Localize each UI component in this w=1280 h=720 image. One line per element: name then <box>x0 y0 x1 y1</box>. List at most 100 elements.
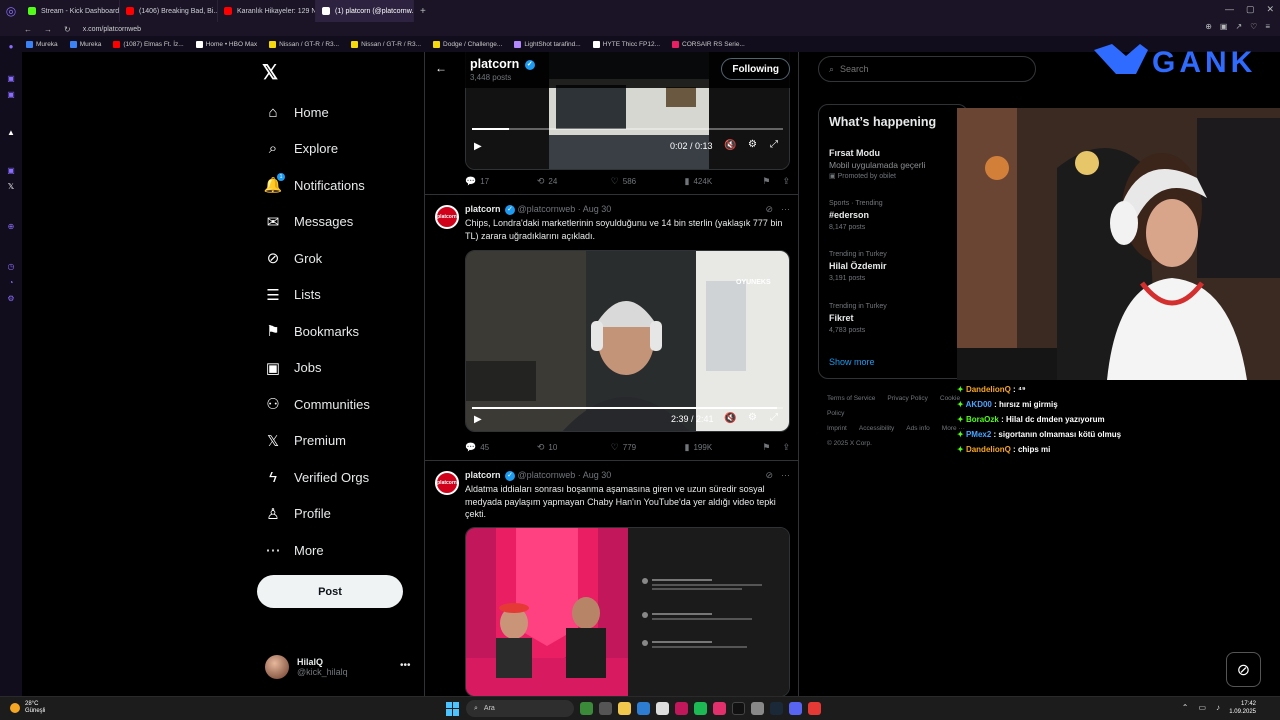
maximize-icon[interactable]: ▢ <box>1246 4 1255 15</box>
trend-item[interactable]: Fırsat Modu Mobil uygulamada geçerli ▣ P… <box>829 145 925 180</box>
clock[interactable]: 17:42 1.09.2025 <box>1229 700 1256 716</box>
discord-icon[interactable] <box>789 702 802 715</box>
browser-tab[interactable]: (1) platcorn (@platcornw... <box>316 0 414 22</box>
nav-item-lists[interactable]: ☰ Lists <box>264 277 370 314</box>
repost-button[interactable]: ⟲ 10 <box>537 442 611 453</box>
spotify-icon[interactable] <box>694 702 707 715</box>
account-switcher[interactable]: HilalQ @kick_hilalq <box>265 655 348 679</box>
grok-floating-button[interactable]: ⊘ <box>1226 652 1261 687</box>
url-field[interactable]: x.com/platcornweb <box>83 26 141 33</box>
nav-item-communities[interactable]: ⚇ Communities <box>264 386 370 423</box>
reload-icon[interactable]: ↻ <box>64 25 71 34</box>
taskbar-app-icon[interactable] <box>808 702 821 715</box>
chat-username[interactable]: DandelionQ <box>966 445 1011 454</box>
reply-button[interactable]: 💬 45 <box>465 442 537 453</box>
new-tab-button[interactable]: + <box>414 6 432 17</box>
chevron-up-icon[interactable]: ⌃ <box>1182 703 1189 712</box>
favorite-icon[interactable]: ♡ <box>1250 22 1257 31</box>
nav-item-more[interactable]: ⋯ More <box>264 532 370 569</box>
chat-username[interactable]: DandelionQ <box>966 385 1011 394</box>
video-progress-bar[interactable] <box>472 128 783 130</box>
avatar[interactable]: platcorn <box>435 205 459 229</box>
share-button[interactable]: ⇪ <box>782 176 790 187</box>
like-button[interactable]: ♡ 586 <box>611 176 685 187</box>
back-arrow-icon[interactable]: ← <box>435 61 447 75</box>
bookmark-item[interactable]: Home • HBO Max <box>195 40 257 48</box>
grok-icon[interactable]: ⊘ <box>765 470 773 481</box>
browser-tab[interactable]: (1406) Breaking Bad, Bi... <box>120 0 218 22</box>
search-input[interactable] <box>840 64 1011 74</box>
nav-item-verified-orgs[interactable]: ϟ Verified Orgs <box>264 459 370 496</box>
history-icon[interactable]: ◷ <box>6 262 16 272</box>
instagram-icon[interactable] <box>713 702 726 715</box>
file-explorer-icon[interactable] <box>618 702 631 715</box>
footer-link[interactable]: Accessibility <box>859 425 894 432</box>
video-player[interactable]: OYUNEKS ▶ 2:39 / 2:41 🔇 ⚙ ⤢ <box>465 250 790 432</box>
nav-item-explore[interactable]: ⌕ Explore <box>264 131 370 168</box>
close-icon[interactable]: ✕ <box>1266 4 1274 15</box>
tweet[interactable]: platcorn platcorn ✓ @platcornweb · Aug 3… <box>425 460 798 696</box>
taskbar-app-icon[interactable] <box>656 702 669 715</box>
nav-item-notifications[interactable]: 🔔 1 Notifications <box>264 167 370 204</box>
avatar[interactable]: platcorn <box>435 471 459 495</box>
chat-username[interactable]: AKD00 <box>966 400 992 409</box>
nav-item-jobs[interactable]: ▣ Jobs <box>264 350 370 387</box>
tweet-handle[interactable]: @platcornweb <box>518 204 576 214</box>
show-more-link[interactable]: Show more <box>829 357 875 367</box>
screenshot-icon[interactable]: ▣ <box>1220 22 1228 31</box>
sidebar-app-icon[interactable]: ● <box>6 42 16 52</box>
fullscreen-icon[interactable]: ⤢ <box>770 412 778 423</box>
sidebar-app-icon[interactable]: ◔ <box>6 278 16 288</box>
taskbar-app-icon[interactable] <box>637 702 650 715</box>
footer-link[interactable]: Ads info <box>906 425 930 432</box>
search-box[interactable]: ⌕ <box>818 56 1036 82</box>
minimize-icon[interactable]: — <box>1225 4 1234 15</box>
network-icon[interactable]: ▭ <box>1198 703 1206 712</box>
taskbar-app-icon[interactable] <box>580 702 593 715</box>
bookmark-item[interactable]: Nissan / GT-R / R3... <box>269 40 339 48</box>
back-icon[interactable]: ← <box>24 25 32 34</box>
repost-button[interactable]: ⟲ 24 <box>537 176 611 187</box>
chat-username[interactable]: BoraOzk <box>966 415 999 424</box>
zoom-icon[interactable]: ⊕ <box>1205 22 1212 31</box>
taskbar-app-icon[interactable] <box>751 702 764 715</box>
footer-link[interactable]: Imprint <box>827 425 847 432</box>
browser-tab[interactable]: Stream - Kick Dashboard <box>22 0 120 22</box>
sidebar-app-icon[interactable]: ▲ <box>6 128 16 138</box>
menu-icon[interactable]: ≡ <box>1265 22 1270 31</box>
more-icon[interactable]: ··· <box>781 204 790 215</box>
footer-link[interactable]: Terms of Service <box>827 395 875 402</box>
forward-icon[interactable]: → <box>44 25 52 34</box>
trend-item[interactable]: Trending in Turkey Hilal Özdemir 3,191 p… <box>829 251 887 282</box>
video-progress-bar[interactable] <box>472 407 783 409</box>
fullscreen-icon[interactable]: ⤢ <box>770 139 778 150</box>
nav-item-home[interactable]: ⌂ Home <box>264 94 370 131</box>
nav-item-bookmarks[interactable]: ⚑ Bookmarks <box>264 313 370 350</box>
nav-item-profile[interactable]: ♙ Profile <box>264 496 370 533</box>
trend-item[interactable]: Trending in Turkey Fikret 4,783 posts <box>829 303 887 334</box>
share-icon[interactable]: ↗ <box>1235 22 1242 31</box>
windows-start-icon[interactable] <box>446 701 460 716</box>
sidebar-app-icon[interactable]: ▣ <box>6 90 16 100</box>
bookmark-item[interactable]: Nissan / GT-R / R3... <box>351 40 421 48</box>
sidebar-app-icon[interactable]: ▣ <box>6 74 16 84</box>
reply-button[interactable]: 💬 17 <box>465 176 537 187</box>
bookmark-item[interactable]: Dodge / Challenge... <box>433 40 502 48</box>
taskbar-search[interactable]: ⌕ Ara <box>466 700 574 717</box>
tweet-date[interactable]: Aug 30 <box>583 470 612 480</box>
bookmark-item[interactable]: HYTE Thicc FP12... <box>592 40 660 48</box>
footer-link[interactable]: Privacy Policy <box>887 395 927 402</box>
play-icon[interactable]: ▶ <box>474 414 482 425</box>
browser-tab[interactable]: Karanlık Hikayeler: 129 N... <box>218 0 316 22</box>
settings-icon[interactable]: ⚙ <box>6 294 16 304</box>
bookmark-item[interactable]: Mureka <box>26 40 58 48</box>
bookmark-item[interactable]: Mureka <box>69 40 101 48</box>
tweet-author-name[interactable]: platcorn <box>465 204 501 214</box>
volume-icon[interactable]: 🔇 <box>724 140 736 151</box>
trend-item[interactable]: Sports · Trending #ederson 8,147 posts <box>829 200 883 231</box>
x-icon[interactable]: 𝕏 <box>6 182 16 192</box>
account-more-icon[interactable]: ••• <box>400 660 411 671</box>
post-button[interactable]: Post <box>257 575 403 608</box>
chat-username[interactable]: PMex2 <box>966 430 991 439</box>
settings-icon[interactable]: ⚙ <box>748 412 757 423</box>
